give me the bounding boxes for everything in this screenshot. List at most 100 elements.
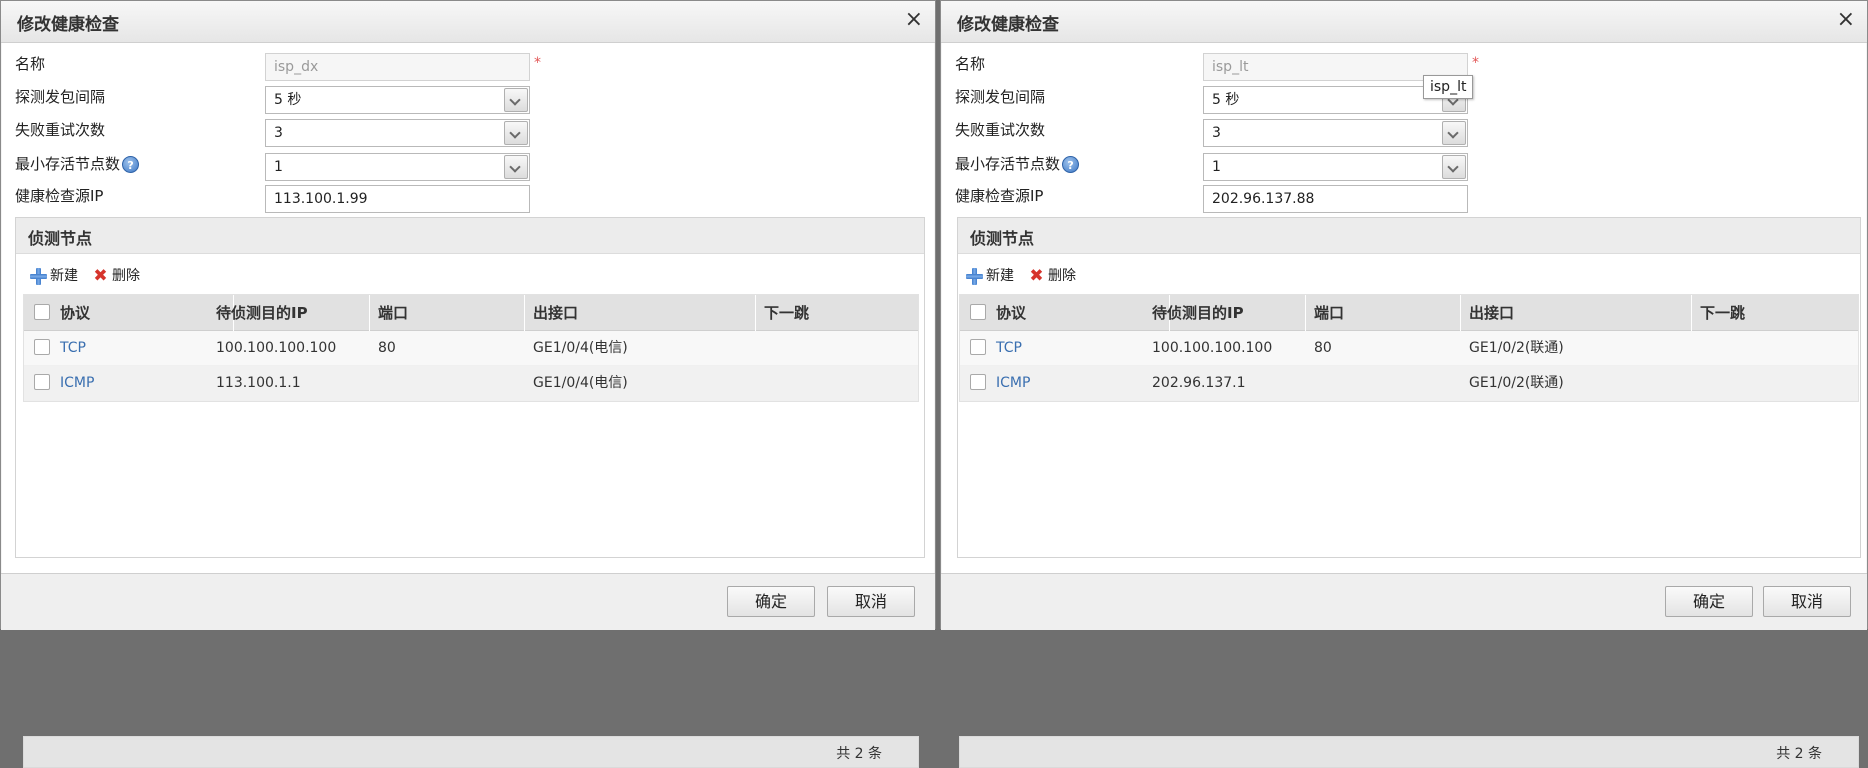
probe-grid: 协议 待侦测目的IP 端口 出接口 下一跳 TCP 100.100.100.10… [959, 294, 1859, 402]
column-header-protocol[interactable]: 协议 [988, 295, 1170, 331]
delete-icon: ✖ [93, 265, 108, 286]
form-row-interval: 探测发包间隔 5 秒 [941, 80, 1867, 114]
retry-select[interactable]: 3 [265, 119, 530, 147]
grid-header: 协议 待侦测目的IP 端口 出接口 下一跳 [24, 295, 918, 331]
out-iface-cell: GE1/0/2(联通) [1469, 340, 1564, 356]
cancel-button[interactable]: 取消 [1763, 586, 1851, 617]
name-tooltip: isp_lt [1423, 75, 1474, 99]
src-ip-label: 健康检查源IP [15, 187, 104, 205]
dialog-footer: 确定 取消 [941, 573, 1867, 630]
column-header-next-hop[interactable]: 下一跳 [756, 295, 918, 331]
next-hop-cell [756, 331, 764, 366]
interval-value: 5 秒 [1212, 92, 1240, 108]
port-cell [1306, 366, 1314, 401]
panel-title: 侦测节点 [28, 229, 93, 248]
out-iface-cell: GE1/0/4(电信) [533, 375, 628, 391]
column-header-out-iface[interactable]: 出接口 [1461, 295, 1692, 331]
select-all-checkbox[interactable] [970, 304, 986, 320]
column-header-port[interactable]: 端口 [1306, 295, 1461, 331]
next-hop-cell [756, 366, 764, 401]
protocol-link[interactable]: ICMP [52, 366, 94, 401]
protocol-link[interactable]: TCP [988, 331, 1022, 366]
table-row[interactable]: TCP 100.100.100.100 80 GE1/0/4(电信) [24, 331, 918, 366]
new-button[interactable]: 新建 [966, 265, 1014, 287]
min-alive-select[interactable]: 1 [265, 153, 530, 181]
row-checkbox[interactable] [34, 339, 50, 355]
ok-button[interactable]: 确定 [727, 586, 815, 617]
close-icon[interactable]: × [1837, 7, 1855, 33]
interval-label: 探测发包间隔 [15, 88, 106, 106]
total-count: 共 2 条 [1776, 746, 1822, 762]
column-header-dest-ip[interactable]: 待侦测目的IP [208, 295, 370, 331]
select-all-checkbox[interactable] [34, 304, 50, 320]
health-check-dialog-lt: 修改健康检查 × 名称 isp_lt * 探测发包间隔 5 秒 失败重试次数 3… [940, 0, 1868, 768]
probe-grid: 协议 待侦测目的IP 端口 出接口 下一跳 TCP 100.100.100.10… [23, 294, 919, 402]
min-alive-label: 最小存活节点数? [955, 153, 1080, 174]
new-button-label: 新建 [50, 268, 78, 284]
column-header-next-hop[interactable]: 下一跳 [1692, 295, 1858, 331]
table-row[interactable]: ICMP 202.96.137.1 GE1/0/2(联通) [960, 366, 1858, 401]
column-header-dest-ip[interactable]: 待侦测目的IP [1144, 295, 1306, 331]
dest-ip-cell: 113.100.1.1 [216, 375, 301, 391]
form-row-min-alive: 最小存活节点数? 1 [1, 147, 935, 181]
min-alive-value: 1 [274, 159, 283, 175]
ok-button[interactable]: 确定 [1665, 586, 1753, 617]
dialog-titlebar[interactable]: 修改健康检查 × [941, 1, 1867, 43]
health-check-dialog-dx: 修改健康检查 × 名称 isp_dx * 探测发包间隔 5 秒 失败重试次数 3… [0, 0, 936, 768]
new-button[interactable]: 新建 [30, 265, 78, 287]
protocol-link[interactable]: TCP [52, 331, 86, 366]
delete-button-label: 删除 [112, 268, 140, 284]
row-checkbox[interactable] [970, 339, 986, 355]
cancel-button[interactable]: 取消 [827, 586, 915, 617]
delete-icon: ✖ [1029, 265, 1044, 286]
column-header-port[interactable]: 端口 [370, 295, 525, 331]
new-button-label: 新建 [986, 268, 1014, 284]
probe-nodes-panel: 侦测节点 新建 ✖ 删除 协议 待侦测目的IP 端口 出接口 下一跳 TCP 10… [15, 217, 925, 768]
table-row[interactable]: ICMP 113.100.1.1 GE1/0/4(电信) [24, 366, 918, 401]
delete-button-label: 删除 [1048, 268, 1076, 284]
dialog-titlebar[interactable]: 修改健康检查 × [1, 1, 935, 43]
min-alive-select[interactable]: 1 [1203, 153, 1468, 181]
port-cell: 80 [378, 340, 396, 356]
chevron-down-icon[interactable] [504, 88, 528, 112]
row-checkbox[interactable] [34, 374, 50, 390]
retry-value: 3 [274, 125, 283, 141]
src-ip-input[interactable]: 202.96.137.88 [1203, 185, 1468, 213]
help-icon[interactable]: ? [1062, 156, 1080, 173]
probe-nodes-panel: 侦测节点 新建 ✖ 删除 协议 待侦测目的IP 端口 出接口 下一跳 TCP 10… [957, 217, 1861, 768]
row-checkbox[interactable] [970, 374, 986, 390]
grid-footer: 共 2 条 [959, 736, 1859, 768]
delete-button[interactable]: ✖ 删除 [1028, 265, 1076, 287]
retry-select[interactable]: 3 [1203, 119, 1468, 147]
help-icon[interactable]: ? [122, 156, 140, 173]
next-hop-cell [1692, 331, 1700, 366]
next-hop-cell [1692, 366, 1700, 401]
table-row[interactable]: TCP 100.100.100.100 80 GE1/0/2(联通) [960, 331, 1858, 366]
column-header-protocol[interactable]: 协议 [52, 295, 234, 331]
panel-title: 侦测节点 [970, 229, 1035, 248]
panel-header: 侦测节点 [16, 218, 924, 254]
panel-header: 侦测节点 [958, 218, 1860, 254]
grid-footer: 共 2 条 [23, 736, 919, 768]
interval-value: 5 秒 [274, 92, 302, 108]
dialog-title: 修改健康检查 [17, 15, 119, 35]
protocol-link[interactable]: ICMP [988, 366, 1030, 401]
min-alive-value: 1 [1212, 159, 1221, 175]
delete-button[interactable]: ✖ 删除 [92, 265, 140, 287]
chevron-down-icon[interactable] [504, 155, 528, 179]
column-header-out-iface[interactable]: 出接口 [525, 295, 756, 331]
min-alive-label: 最小存活节点数? [15, 153, 140, 174]
dest-ip-cell: 100.100.100.100 [216, 340, 337, 356]
form-row-src-ip: 健康检查源IP 202.96.137.88 [941, 179, 1867, 213]
form-row-name: 名称 isp_lt * [941, 47, 1867, 81]
chevron-down-icon[interactable] [1442, 155, 1466, 179]
interval-label: 探测发包间隔 [955, 88, 1046, 106]
chevron-down-icon[interactable] [1442, 121, 1466, 145]
chevron-down-icon[interactable] [504, 121, 528, 145]
retry-value: 3 [1212, 125, 1221, 141]
interval-select[interactable]: 5 秒 [265, 86, 530, 114]
src-ip-input[interactable]: 113.100.1.99 [265, 185, 530, 213]
required-mark: * [1472, 55, 1479, 71]
close-icon[interactable]: × [905, 7, 923, 33]
min-alive-label-text: 最小存活节点数 [955, 155, 1061, 173]
